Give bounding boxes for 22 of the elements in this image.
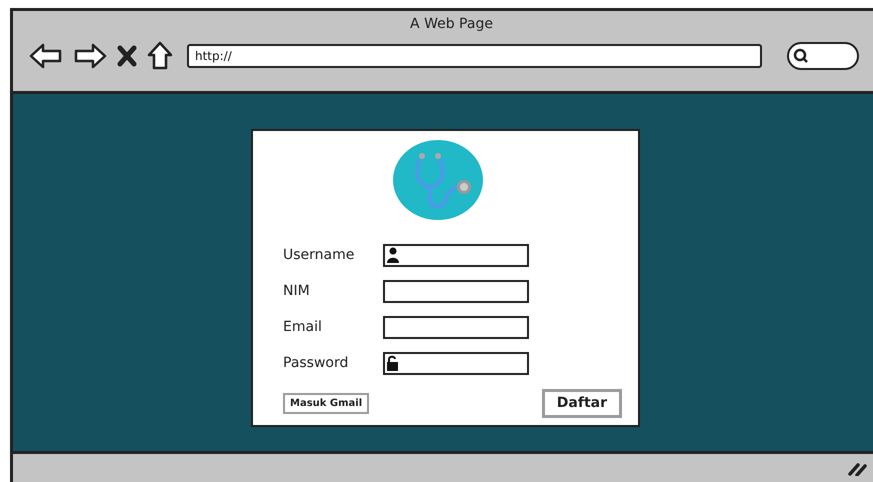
user-icon [387,247,399,263]
input-field[interactable] [383,280,529,302]
field-label: Email [283,318,323,336]
forward-icon[interactable] [73,42,107,70]
padlock-icon [387,355,399,371]
close-icon[interactable] [117,45,137,67]
field-label: Password [283,354,350,372]
gmail-login-button[interactable]: Masuk Gmail [283,393,370,414]
input-field[interactable] [383,244,529,266]
address-field[interactable]: http:// [187,44,762,68]
home-icon[interactable] [147,41,173,71]
search-field[interactable] [787,42,859,70]
input-field[interactable] [383,352,529,374]
resize-grip-icon[interactable] [848,460,868,476]
window-title: A Web Page [410,15,493,34]
stethoscope-logo-icon [392,139,484,221]
field-label: NIM [283,282,311,300]
input-field[interactable] [383,316,529,338]
back-icon[interactable] [29,42,63,70]
field-label: Username [283,246,356,264]
register-button[interactable]: Daftar [542,389,622,418]
search-icon [793,48,809,64]
